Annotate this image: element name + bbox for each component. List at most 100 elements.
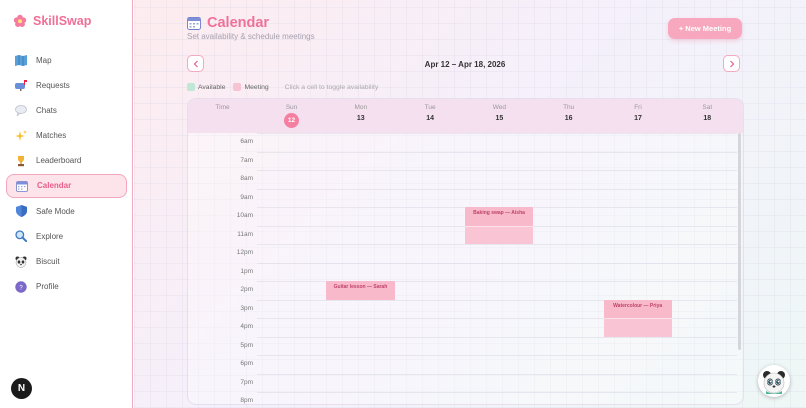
page-title: Calendar [207,15,270,31]
meeting-title: Baking swap — Aisha [473,210,525,216]
hour-row[interactable]: 1pm [188,262,743,282]
legend-available: Available [187,83,225,91]
hour-gridline [257,151,737,153]
sidebar-item-label: Profile [36,282,59,292]
flower-logo-icon [13,14,27,27]
legend-hint: Click a cell to toggle availability [284,83,379,91]
hour-gridline [257,244,737,245]
sidebar-item-label: Map [36,55,52,65]
hour-row[interactable]: 2pm [188,281,743,300]
hour-gridline [257,373,737,375]
sidebar-item-leaderboard[interactable]: Leaderboard [6,149,127,173]
legend: Available Meeting Click a cell to toggle… [187,83,378,91]
legend-meeting-label: Meeting [244,83,269,91]
hour-row[interactable]: 12pm [188,244,743,263]
hour-row[interactable]: 6am [188,133,743,152]
sidebar-item-label: Matches [36,131,67,141]
hour-label: 4pm [240,323,253,330]
meeting-event[interactable]: Guitar lesson — Sarah [326,281,395,300]
hour-row[interactable]: 8pm [188,392,743,404]
shield-icon [15,205,27,218]
day-name: Mon [354,104,368,111]
hour-label: 8pm [240,397,253,404]
hour-row[interactable]: 7am [188,151,743,171]
hour-label: 1pm [240,267,253,275]
brand[interactable]: SkillSwap [13,14,91,28]
sidebar-item-label: Calendar [37,181,72,191]
hour-row[interactable]: 9am [188,188,743,208]
sidebar-item-profile[interactable]: ? Profile [6,275,127,299]
hour-label: 8am [240,175,253,182]
meeting-continuation [464,225,534,244]
biscuit-mascot-button[interactable] [758,365,790,397]
day-date: 18 [703,115,712,122]
hour-row[interactable]: 7pm [188,373,743,393]
sidebar-item-requests[interactable]: Requests [6,73,127,97]
day-header-tue: Tue 14 [396,99,465,133]
calendar-grid: Time Sun 12 Mon 13 Tue 14 Wed 15 Thu 16 Fri 17 Sat 18… [188,99,743,404]
available-swatch [187,83,195,91]
legend-meeting: Meeting [233,83,269,91]
hour-gridline [257,188,737,190]
week-range: Apr 12 – Apr 18, 2026 [424,60,506,69]
hour-row[interactable]: 6pm [188,355,743,374]
sidebar-item-biscuit[interactable]: Biscuit [6,250,127,274]
sidebar-item-label: Safe Mode [36,206,75,216]
next-dev-badge[interactable]: N [11,378,32,399]
page-subtitle: Set availability & schedule meetings [187,32,315,41]
meeting-event[interactable]: Watercolour — Priya [603,299,672,337]
day-name: Sun [285,104,298,111]
hour-row[interactable]: 5pm [188,336,743,356]
app-name: SkillSwap [33,14,92,28]
day-name: Fri [634,104,642,111]
hour-label: 6pm [240,360,253,367]
hour-gridline [257,355,737,356]
sidebar-item-safe-mode[interactable]: Safe Mode [6,199,127,223]
meeting-event[interactable]: Baking swap — Aisha [464,207,534,244]
sidebar-item-calendar[interactable]: Calendar [6,173,127,198]
sidebar-item-label: Biscuit [36,257,60,266]
time-column-header: Time [215,104,230,111]
hour-label: 11am [237,230,253,238]
day-header-wed: Wed 15 [465,99,534,133]
chevron-right-icon [729,60,734,67]
hour-gridline [257,170,737,171]
sparkles-icon [15,129,27,142]
next-week-button[interactable] [723,55,740,72]
hour-label: 9am [240,193,253,201]
sidebar-item-explore[interactable]: Explore [6,224,127,248]
meeting-title: Guitar lesson — Sarah [333,284,388,290]
hour-label: 5pm [240,341,253,349]
sidebar-item-map[interactable]: Map [6,48,127,72]
hour-label: 3pm [240,304,253,312]
panda-icon [763,371,785,394]
day-header-sat: Sat 18 [673,99,742,133]
day-date: 13 [356,115,365,122]
day-header-sun: Sun 12 [257,99,326,133]
calendar-body[interactable]: 6am 7am 8am 9am 10am 11am 12pm 1pm 2pm 3pm 4pm 5pm 6… [188,133,743,404]
hour-gridline [257,392,737,393]
sidebar: SkillSwap Map Requests Chats Matches Lea… [0,0,133,408]
calendar-scrollbar[interactable] [738,133,741,350]
hour-label: 10am [236,212,253,219]
speech-bubble-icon [15,104,27,116]
hour-row[interactable]: 8am [188,170,743,189]
day-date: 17 [634,115,642,122]
sidebar-item-label: Requests [36,80,70,90]
meeting-continuation [603,318,672,337]
magnifier-icon [15,230,27,243]
day-header-fri: Fri 17 [604,99,673,133]
sidebar-item-matches[interactable]: Matches [6,124,127,148]
day-date: 15 [495,115,504,122]
hour-gridline [257,133,737,134]
sidebar-item-chats[interactable]: Chats [6,98,127,122]
day-name: Thu [563,104,575,111]
calendar-icon [16,180,28,192]
hour-label: 7pm [240,378,253,386]
new-meeting-button[interactable]: + New Meeting [668,18,742,39]
main-content: Calendar Set availability & schedule mee… [134,0,806,408]
sidebar-item-label: Chats [36,105,57,115]
calendar-icon [187,17,201,30]
legend-available-label: Available [198,83,226,91]
sidebar-item-label: Explore [36,231,64,241]
